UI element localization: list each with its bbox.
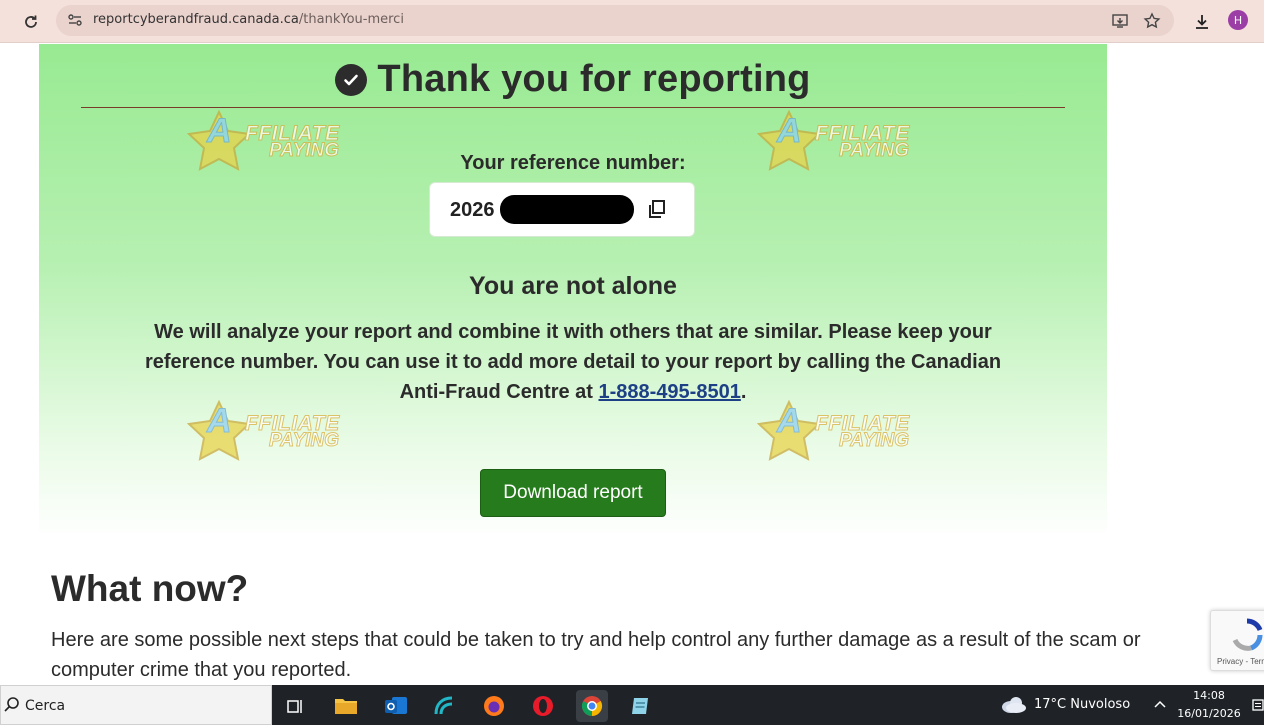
watermark: A FFILIATE PAYING [187, 400, 387, 470]
phone-link[interactable]: 1-888-495-8501 [599, 381, 741, 403]
notification-icon[interactable] [1252, 699, 1264, 713]
watermark-letter: A [206, 112, 233, 151]
clock-date: 16/01/2026 [1177, 707, 1241, 720]
reference-number: 2026 [450, 199, 495, 221]
title-divider [81, 107, 1065, 108]
watermark-line2: PAYING [838, 430, 910, 452]
watermark-letter: A [776, 112, 803, 151]
check-circle-icon [335, 63, 368, 96]
taskbar-search[interactable]: Cerca [0, 685, 272, 725]
url-path: /thankYou-merci [298, 12, 404, 27]
what-now-heading: What now? [51, 568, 249, 609]
watermark-letter: A [776, 402, 803, 441]
recaptcha-icon [1232, 618, 1263, 651]
profile-avatar[interactable]: H [1228, 10, 1248, 30]
cloud-icon [1002, 697, 1026, 713]
recaptcha-links[interactable]: Privacy - Terms [1217, 657, 1264, 666]
confirmation-panel: A FFILIATE PAYING A FFILIATE PAYING A FF… [39, 44, 1107, 539]
info-suffix: . [740, 381, 747, 403]
app-wave-icon[interactable] [428, 690, 460, 722]
next-steps-paragraph: Here are some possible next steps that c… [51, 629, 1141, 681]
url-text: reportcyberandfraud.canada.ca/thankYou-m… [93, 12, 404, 27]
url-host: reportcyberandfraud.canada.ca [93, 12, 299, 27]
site-info-icon[interactable] [64, 9, 86, 31]
chevron-up-icon[interactable] [1152, 697, 1168, 713]
file-explorer-icon[interactable] [330, 690, 362, 722]
task-view-icon[interactable] [280, 690, 312, 722]
watermark-letter: A [206, 402, 233, 441]
recaptcha-badge[interactable]: Privacy - Terms [1210, 610, 1264, 671]
clock-time: 14:08 [1193, 689, 1225, 702]
search-placeholder: Cerca [25, 698, 66, 714]
address-bar[interactable]: reportcyberandfraud.canada.ca/thankYou-m… [56, 5, 1174, 36]
download-icon[interactable] [1189, 9, 1215, 35]
redaction-mark [500, 195, 634, 224]
taskbar: Cerca 17°C Nuvoloso 14:08 16/01/2026 [0, 685, 1264, 725]
browser-toolbar: reportcyberandfraud.canada.ca/thankYou-m… [0, 0, 1264, 43]
watermark: A FFILIATE PAYING [757, 400, 957, 470]
search-icon [4, 697, 19, 712]
info-paragraph: We will analyze your report and combine … [127, 317, 1019, 407]
firefox-icon[interactable] [478, 690, 510, 722]
page-title-row: Thank you for reporting [39, 58, 1107, 101]
download-report-button[interactable]: Download report [480, 469, 666, 517]
notepad-icon[interactable] [625, 690, 657, 722]
opera-icon[interactable] [527, 690, 559, 722]
reload-icon[interactable] [18, 9, 44, 35]
watermark-line2: PAYING [268, 430, 340, 452]
page-content: A FFILIATE PAYING A FFILIATE PAYING A FF… [0, 44, 1264, 685]
copy-icon[interactable] [645, 197, 669, 221]
system-clock[interactable]: 14:08 16/01/2026 [1176, 687, 1242, 723]
page-title: Thank you for reporting [377, 58, 811, 100]
chrome-icon[interactable] [576, 690, 608, 722]
outlook-icon[interactable] [380, 690, 412, 722]
info-text: We will analyze your report and combine … [144, 321, 1002, 403]
weather-readout[interactable]: 17°C Nuvoloso [1034, 697, 1130, 712]
section-heading: You are not alone [469, 272, 677, 300]
reference-number-box: 2026 [429, 182, 695, 237]
install-app-icon[interactable] [1108, 9, 1132, 33]
bookmark-star-icon[interactable] [1140, 9, 1164, 33]
reference-label: Your reference number: [460, 152, 686, 174]
